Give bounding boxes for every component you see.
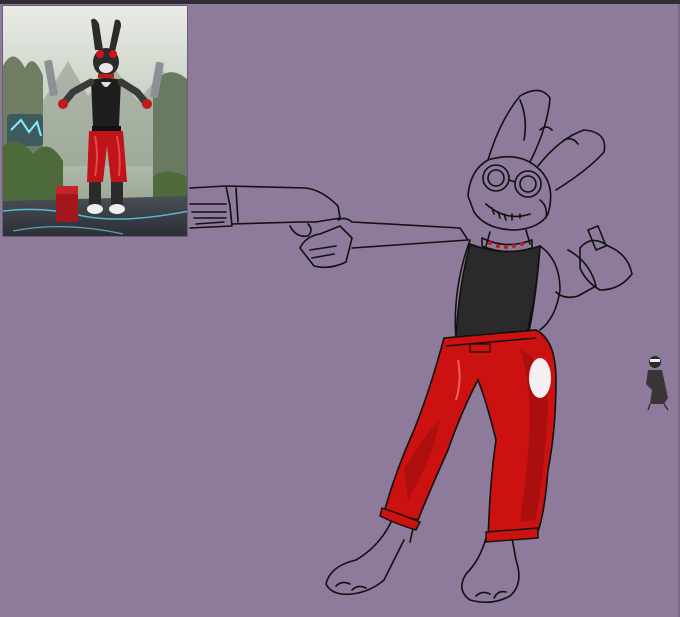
right-goggle-lineart: [514, 170, 542, 198]
left-foot-lineart: [325, 519, 405, 596]
pants-fill: [379, 329, 557, 543]
small-figure-thumbnail-icon: [646, 356, 669, 411]
right-foot-lineart: [461, 537, 520, 604]
left-goggle-lineart: [482, 164, 510, 192]
drawing-canvas[interactable]: [0, 0, 680, 617]
shirt-fill: [455, 242, 541, 342]
gun-hand-lineart: [299, 225, 353, 269]
bottle-lineart: [587, 225, 607, 251]
shotgun-lineart: [189, 185, 341, 238]
raised-hand-lineart: [579, 239, 633, 291]
head-lineart: [467, 155, 552, 231]
raised-arm-lineart: [539, 245, 561, 331]
extended-arm-lineart: [337, 217, 469, 249]
left-ear-lineart: [487, 89, 551, 163]
